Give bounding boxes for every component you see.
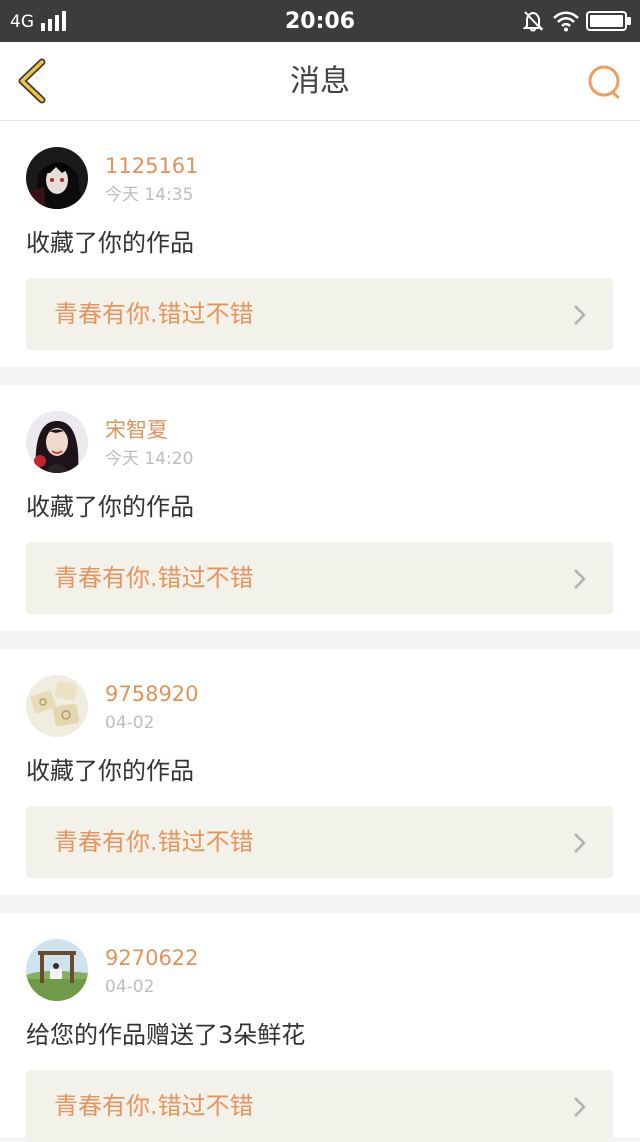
message-time: 04-02 xyxy=(105,977,155,997)
page-title: 消息 xyxy=(290,64,350,99)
message-card: 宋智夏 今天 14:20 收藏了你的作品 青春有你.错过不错 xyxy=(0,385,640,631)
message-card: 9758920 04-02 收藏了你的作品 青春有你.错过不错 xyxy=(0,649,640,895)
chevron-right-icon xyxy=(574,1097,586,1117)
message-action: 给您的作品赠送了3朵鲜花 xyxy=(26,1021,306,1049)
message-time: 今天 14:35 xyxy=(105,185,194,205)
username[interactable]: 1125161 xyxy=(105,153,199,179)
avatar[interactable] xyxy=(26,147,88,209)
work-link[interactable]: 青春有你.错过不错 xyxy=(26,1070,613,1142)
avatar[interactable] xyxy=(26,675,88,737)
message-action: 收藏了你的作品 xyxy=(26,757,194,785)
work-title: 青春有你.错过不错 xyxy=(54,1092,254,1120)
avatar[interactable] xyxy=(26,411,88,473)
username[interactable]: 9270622 xyxy=(105,945,199,971)
message-action: 收藏了你的作品 xyxy=(26,493,194,521)
work-link[interactable]: 青春有你.错过不错 xyxy=(26,278,613,350)
chevron-right-icon xyxy=(574,569,586,589)
status-time: 20:06 xyxy=(284,9,356,34)
battery-icon xyxy=(586,11,631,31)
username[interactable]: 9758920 xyxy=(105,681,199,707)
nav-bar: 消息 xyxy=(0,42,640,121)
chevron-right-icon xyxy=(574,305,586,325)
work-link[interactable]: 青春有你.错过不错 xyxy=(26,542,613,614)
message-action: 收藏了你的作品 xyxy=(26,229,194,257)
username[interactable]: 宋智夏 xyxy=(105,417,168,443)
work-title: 青春有你.错过不错 xyxy=(54,564,254,592)
chevron-right-icon xyxy=(574,833,586,853)
message-card: 9270622 04-02 给您的作品赠送了3朵鲜花 青春有你.错过不错 xyxy=(0,913,640,1142)
search-icon[interactable] xyxy=(584,62,626,102)
message-card: 1125161 今天 14:35 收藏了你的作品 青春有你.错过不错 xyxy=(0,121,640,367)
work-title: 青春有你.错过不错 xyxy=(54,300,254,328)
message-time: 今天 14:20 xyxy=(105,449,194,469)
work-link[interactable]: 青春有你.错过不错 xyxy=(26,806,613,878)
message-time: 04-02 xyxy=(105,713,155,733)
work-title: 青春有你.错过不错 xyxy=(54,828,254,856)
status-bar: 4G 20:06 xyxy=(0,0,640,42)
bell-muted-icon xyxy=(522,11,544,32)
avatar[interactable] xyxy=(26,939,88,1001)
wifi-icon xyxy=(553,11,579,32)
